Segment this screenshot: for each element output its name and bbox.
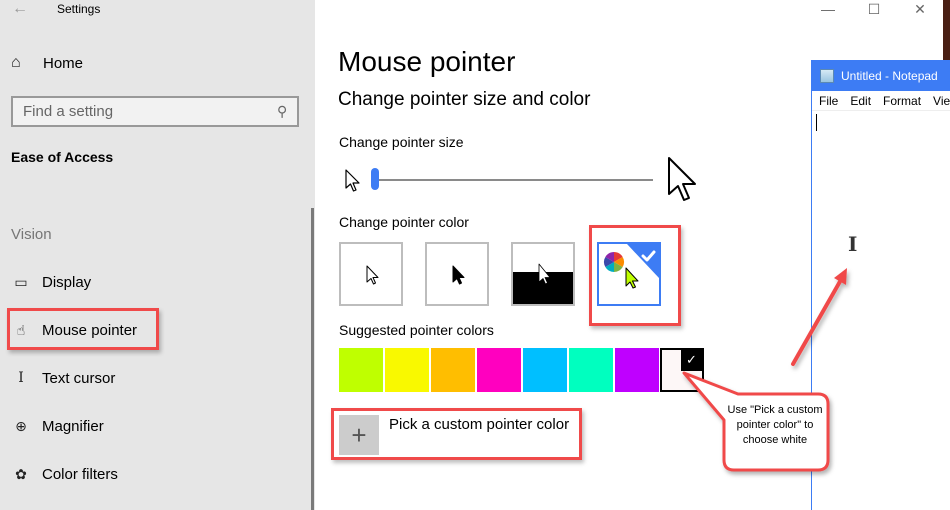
pick-custom-color-label: Pick a custom pointer color bbox=[389, 416, 570, 433]
magnifier-icon: ⊕ bbox=[15, 417, 27, 434]
color-swatch[interactable] bbox=[615, 348, 659, 392]
screen: ← Settings ⌂ Home ⚲ Ease of Access Visio… bbox=[0, 0, 950, 510]
sidebar-item-label: Text cursor bbox=[42, 369, 116, 387]
suggested-colors-label: Suggested pointer colors bbox=[339, 322, 494, 338]
text-caret bbox=[816, 114, 817, 131]
menu-format[interactable]: Format bbox=[883, 94, 921, 108]
group-label-vision: Vision bbox=[11, 226, 52, 243]
sidebar-item-mouse-pointer[interactable]: ☝ Mouse pointer bbox=[11, 318, 137, 342]
plus-icon: + bbox=[339, 415, 379, 455]
pointer-color-custom[interactable] bbox=[597, 242, 661, 306]
color-swatch[interactable] bbox=[477, 348, 521, 392]
notepad-titlebar[interactable]: Untitled - Notepad bbox=[812, 60, 950, 91]
color-swatch[interactable] bbox=[523, 348, 567, 392]
minimize-button[interactable]: — bbox=[816, 0, 840, 18]
color-wheel-icon bbox=[604, 252, 624, 272]
settings-sidebar: ← Settings ⌂ Home ⚲ Ease of Access Visio… bbox=[0, 0, 315, 510]
inverted-pointer-icon bbox=[513, 263, 573, 304]
search-icon[interactable]: ⚲ bbox=[277, 103, 287, 120]
notepad-window[interactable]: Untitled - Notepad File Edit Format View… bbox=[811, 60, 950, 510]
sidebar-item-label: Color filters bbox=[42, 465, 118, 483]
notepad-title: Untitled - Notepad bbox=[841, 68, 938, 83]
home-icon: ⌂ bbox=[11, 54, 21, 71]
pointer-color-white[interactable] bbox=[339, 242, 403, 306]
pick-custom-color-button[interactable]: + Pick a custom pointer color bbox=[339, 415, 579, 455]
desktop-background bbox=[943, 0, 950, 60]
section-title: Ease of Access bbox=[11, 149, 114, 165]
menu-view[interactable]: View bbox=[933, 94, 950, 108]
checkmark-icon: ✓ bbox=[681, 350, 702, 371]
page-title: Mouse pointer bbox=[338, 46, 516, 77]
menu-edit[interactable]: Edit bbox=[850, 94, 871, 108]
window-title: Settings bbox=[57, 2, 101, 16]
pointer-size-slider[interactable] bbox=[345, 157, 707, 202]
monitor-icon: ▭ bbox=[14, 273, 28, 290]
pointer-color-inverted[interactable] bbox=[511, 242, 575, 306]
slider-track[interactable] bbox=[378, 179, 653, 181]
search-box[interactable]: ⚲ bbox=[11, 96, 299, 127]
maximize-button[interactable]: ☐ bbox=[862, 0, 886, 18]
small-pointer-icon bbox=[345, 169, 360, 192]
pointer-color-label: Change pointer color bbox=[339, 214, 469, 230]
close-button[interactable]: ✕ bbox=[908, 0, 932, 18]
sidebar-item-display[interactable]: ▭ Display bbox=[11, 270, 91, 294]
sidebar-item-text-cursor[interactable]: I Text cursor bbox=[11, 366, 115, 390]
color-swatch[interactable] bbox=[385, 348, 429, 392]
sidebar-item-color-filters[interactable]: ✿ Color filters bbox=[11, 462, 118, 486]
sidebar-item-label: Mouse pointer bbox=[42, 321, 138, 339]
page-subtitle: Change pointer size and color bbox=[338, 89, 591, 110]
sidebar-scrollbar[interactable] bbox=[311, 208, 314, 510]
slider-thumb[interactable] bbox=[371, 168, 379, 190]
color-swatch[interactable] bbox=[569, 348, 613, 392]
color-swatch[interactable] bbox=[339, 348, 383, 392]
menu-file[interactable]: File bbox=[819, 94, 838, 108]
text-cursor-icon: I bbox=[18, 370, 24, 386]
palette-icon: ✿ bbox=[15, 465, 27, 482]
back-arrow-icon[interactable]: ← bbox=[12, 0, 28, 18]
color-swatch[interactable] bbox=[431, 348, 475, 392]
sidebar-item-label: Magnifier bbox=[42, 417, 104, 435]
black-pointer-icon bbox=[452, 265, 465, 285]
ibeam-cursor-icon: I bbox=[848, 232, 858, 256]
sidebar-item-magnifier[interactable]: ⊕ Magnifier bbox=[11, 414, 104, 438]
pointer-color-black[interactable] bbox=[425, 242, 489, 306]
large-pointer-icon bbox=[668, 157, 696, 201]
home-nav-item[interactable]: ⌂ Home bbox=[11, 54, 83, 72]
pointer-size-label: Change pointer size bbox=[339, 134, 464, 150]
notepad-menubar: File Edit Format View bbox=[812, 91, 950, 111]
sidebar-item-label: Display bbox=[42, 273, 92, 291]
selected-color-swatch[interactable]: ✓ bbox=[660, 348, 704, 392]
home-label: Home bbox=[43, 54, 84, 72]
mouse-pointer-icon: ☝ bbox=[16, 321, 26, 338]
custom-color-pointer-icon bbox=[604, 244, 659, 289]
white-pointer-icon bbox=[366, 265, 379, 285]
search-input[interactable] bbox=[23, 103, 277, 120]
callout-text: Use "Pick a custom pointer color" to cho… bbox=[727, 404, 823, 446]
notepad-icon bbox=[820, 68, 834, 83]
